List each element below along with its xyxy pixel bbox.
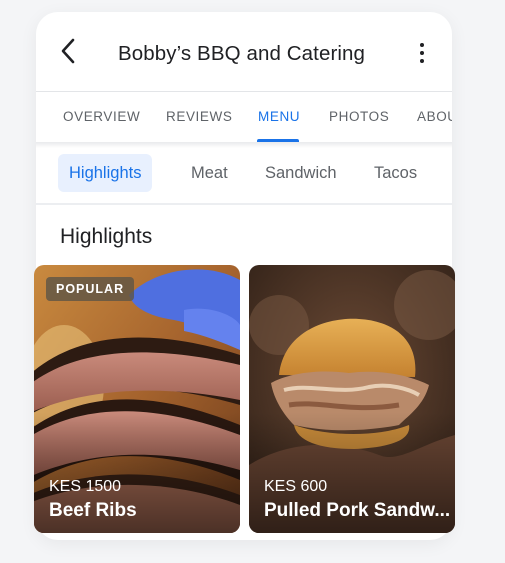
chip-meat[interactable]: Meat [191, 154, 228, 192]
item-name: Beef Ribs [49, 500, 137, 521]
tab-about[interactable]: ABOUT [417, 109, 452, 124]
tab-overview[interactable]: OVERVIEW [63, 109, 140, 124]
tab-bar: OVERVIEW REVIEWS MENU PHOTOS ABOUT [36, 92, 452, 142]
more-vertical-icon [420, 43, 424, 47]
header: Bobby’s BBQ and Catering [36, 12, 452, 91]
more-vertical-icon-dot [420, 51, 424, 55]
section-title: Highlights [60, 225, 153, 248]
page-title: Bobby’s BBQ and Catering [118, 42, 366, 65]
more-vertical-icon-dot [420, 59, 424, 63]
menu-item-card[interactable]: KES 600 Pulled Pork Sandw... [249, 265, 455, 533]
item-price: KES 1500 [49, 478, 122, 495]
tab-reviews[interactable]: REVIEWS [166, 109, 232, 124]
tab-menu[interactable]: MENU [258, 109, 300, 124]
chip-sandwich[interactable]: Sandwich [265, 154, 337, 192]
more-options-button[interactable] [412, 39, 432, 67]
arrow-left-icon [61, 38, 75, 64]
popular-badge: POPULAR [46, 277, 135, 301]
chip-tacos[interactable]: Tacos [374, 154, 417, 192]
chip-highlights[interactable]: Highlights [58, 154, 153, 192]
back-button[interactable] [54, 36, 82, 66]
divider [36, 203, 452, 205]
menu-item-card[interactable]: POPULAR KES 1500 Beef Ribs [34, 265, 240, 533]
category-chips: Highlights Meat Sandwich Tacos [36, 148, 452, 204]
page: Bobby’s BBQ and Catering OVERVIEW REVIEW… [0, 0, 505, 563]
tab-photos[interactable]: PHOTOS [329, 109, 389, 124]
item-name: Pulled Pork Sandw... [264, 500, 451, 521]
item-price: KES 600 [264, 478, 328, 495]
